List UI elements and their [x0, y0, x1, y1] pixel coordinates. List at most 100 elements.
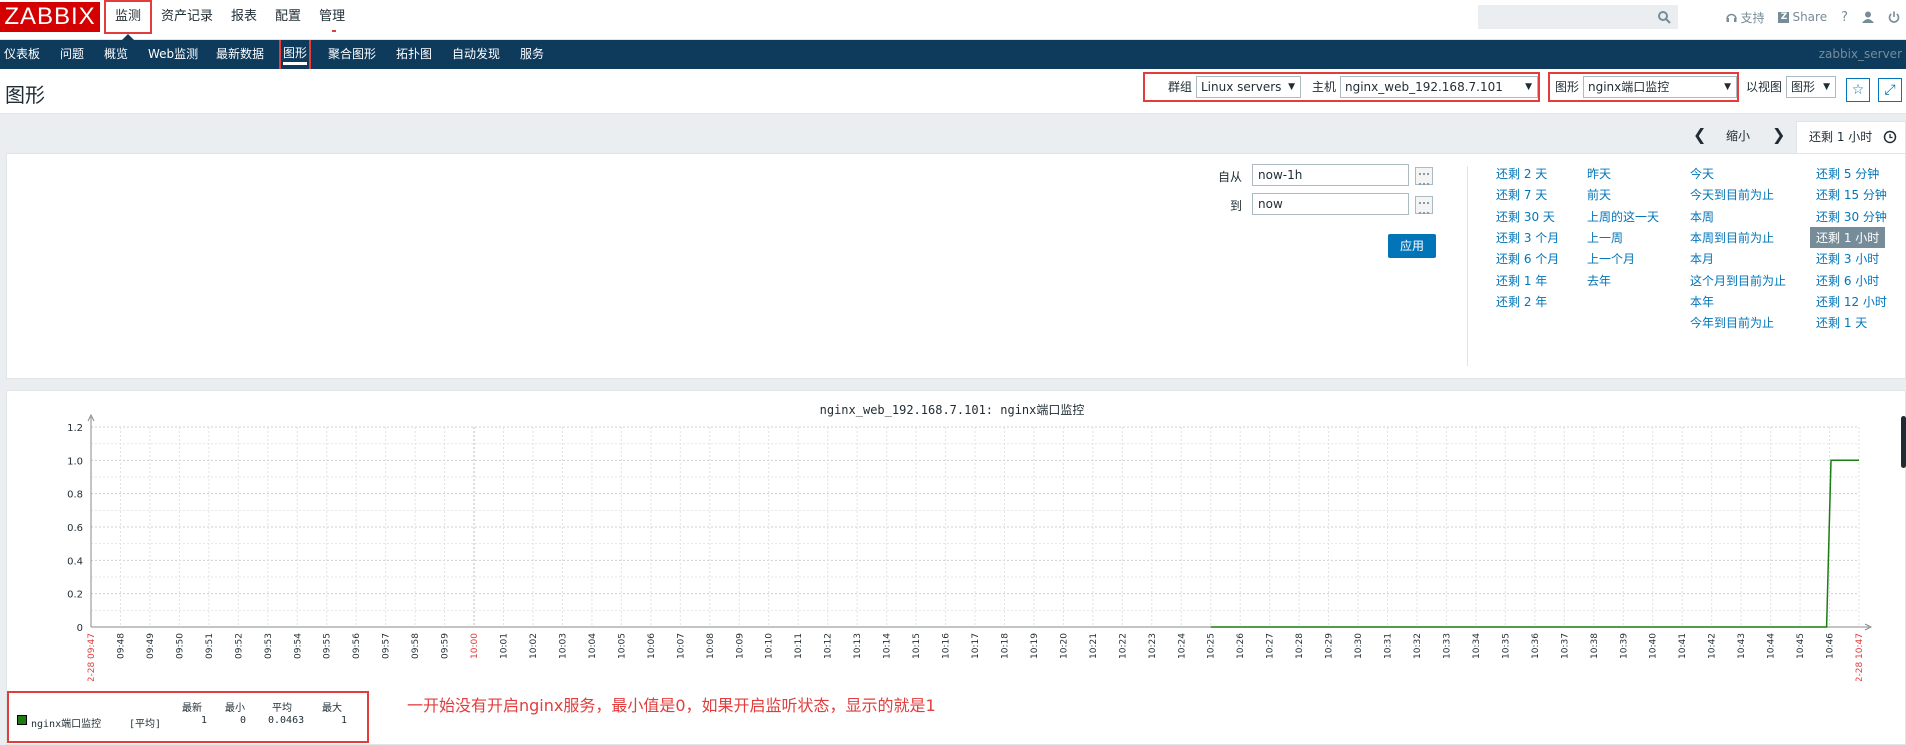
view-select[interactable]: 图形 ▼ [1786, 76, 1836, 98]
quick-range-link[interactable]: 还剩 2 年 [1496, 293, 1547, 310]
nav-selected-underline [283, 62, 308, 65]
quick-range-link[interactable]: 还剩 3 个月 [1496, 229, 1559, 246]
quick-range-link[interactable]: 本年 [1690, 293, 1714, 310]
x-tick-label: 10:41 [1678, 633, 1688, 659]
quick-range-link[interactable]: 本周 [1690, 208, 1714, 225]
quick-range-link[interactable]: 上一个月 [1587, 250, 1635, 267]
group-select[interactable]: Linux servers ▼ [1196, 76, 1301, 98]
quick-range-link[interactable]: 还剩 6 个月 [1496, 250, 1559, 267]
quick-range-link[interactable]: 还剩 12 小时 [1816, 293, 1887, 310]
quick-range-link[interactable]: 上周的这一天 [1587, 208, 1659, 225]
nav-screens[interactable]: 聚合图形 [328, 40, 376, 69]
quick-range-link[interactable]: 还剩 1 年 [1496, 272, 1547, 289]
x-tick-label: 09:59 [441, 633, 451, 659]
x-tick-label: 10:15 [912, 633, 922, 659]
annotation-text: 一开始没有开启nginx服务，最小值是0，如果开启监听状态，显示的就是1 [407, 696, 936, 715]
topmenu-administration[interactable]: 管理 [310, 0, 354, 40]
graph-grid [87, 413, 1873, 631]
apply-button[interactable]: 应用 [1388, 234, 1436, 258]
x-tick-label: 09:51 [205, 633, 215, 659]
nav-latest-data[interactable]: 最新数据 [216, 40, 264, 69]
chevron-right-icon[interactable]: ❯ [1772, 125, 1785, 144]
search-icon[interactable] [1657, 10, 1671, 27]
quick-range-link[interactable]: 还剩 2 天 [1496, 165, 1547, 182]
quick-range-link[interactable]: 还剩 6 小时 [1816, 272, 1879, 289]
nav-services[interactable]: 服务 [520, 40, 544, 69]
y-tick-label: 0.4 [67, 556, 83, 567]
quick-range-link[interactable]: 还剩 1 天 [1816, 314, 1867, 331]
support-link[interactable]: 支持 [1726, 9, 1764, 26]
favorite-star-icon[interactable]: ☆ [1846, 78, 1870, 102]
topmenu-monitoring[interactable]: 监测 [104, 0, 153, 40]
sign-out-icon[interactable] [1888, 11, 1900, 23]
to-input[interactable]: now [1252, 193, 1409, 215]
page-header: 图形 群组 Linux servers ▼ 主机 nginx_web_192.1… [0, 69, 1906, 114]
quick-range-link[interactable]: 昨天 [1587, 165, 1611, 182]
x-tick-label: 10:30 [1354, 633, 1364, 659]
quick-range-link[interactable]: 本月 [1690, 250, 1714, 267]
legend-item-name: nginx端口监控 [31, 719, 102, 730]
time-range-tab[interactable]: 还剩 1 小时 [1796, 121, 1906, 153]
fullscreen-icon[interactable]: ⤢ [1878, 78, 1902, 102]
zabbix-logo[interactable]: ZABBIX [0, 2, 100, 32]
nav-graphs-label: 图形 [283, 46, 308, 60]
chevron-left-icon[interactable]: ❮ [1693, 125, 1706, 144]
quick-range-link[interactable]: 还剩 7 天 [1496, 186, 1547, 203]
nav-web-monitoring[interactable]: Web监测 [148, 40, 198, 69]
graph-label: 图形 [1555, 80, 1580, 94]
quick-range-link[interactable]: 还剩 30 分钟 [1816, 208, 1887, 225]
share-link[interactable]: Z Share [1778, 10, 1827, 24]
topmenu-reports[interactable]: 报表 [222, 0, 266, 40]
nav-discovery[interactable]: 自动发现 [452, 40, 500, 69]
quick-range-link[interactable]: 这个月到目前为止 [1690, 272, 1786, 289]
quick-range-link[interactable]: 还剩 1 小时 [1810, 226, 1886, 248]
calendar-icon[interactable] [1415, 167, 1433, 185]
topmenu-inventory[interactable]: 资产记录 [152, 0, 222, 40]
x-tick-label: 09:55 [323, 633, 333, 659]
x-tick-label: 09:48 [116, 633, 126, 659]
quick-range-link[interactable]: 上一周 [1587, 229, 1623, 246]
host-select[interactable]: nginx_web_192.168.7.101 ▼ [1340, 76, 1538, 98]
from-input[interactable]: now-1h [1252, 164, 1409, 186]
x-tick-label: 10:35 [1501, 633, 1511, 659]
quick-range-link[interactable]: 本周到目前为止 [1690, 229, 1774, 246]
server-name: zabbix_server [1818, 47, 1902, 61]
quick-range-link[interactable]: 前天 [1587, 186, 1611, 203]
x-tick-label: 10:04 [588, 633, 598, 659]
quick-range-link[interactable]: 还剩 30 天 [1496, 208, 1555, 225]
share-label: Share [1792, 10, 1828, 24]
page-scrollbar[interactable] [1901, 416, 1906, 468]
zabbix-share-icon: Z [1778, 11, 1790, 23]
quick-range-link[interactable]: 去年 [1587, 272, 1611, 289]
topmenu-configuration[interactable]: 配置 [266, 0, 310, 40]
nav-maps[interactable]: 拓扑图 [396, 40, 432, 69]
search-input[interactable] [1478, 5, 1678, 29]
quick-range-link[interactable]: 今天到目前为止 [1690, 186, 1774, 203]
quick-range-link[interactable]: 还剩 5 分钟 [1816, 165, 1879, 182]
help-icon[interactable]: ? [1841, 10, 1848, 25]
quick-range-link[interactable]: 今天 [1690, 165, 1714, 182]
x-tick-label: 10:03 [558, 633, 568, 659]
main-navigation: 仪表板 问题 概览 Web监测 最新数据 图形 聚合图形 拓扑图 自动发现 服务… [0, 40, 1906, 88]
quick-range-link[interactable]: 今年到目前为止 [1690, 314, 1774, 331]
x-tick-label: 10:12 [824, 633, 834, 659]
nav-dashboard[interactable]: 仪表板 [4, 40, 40, 69]
x-tick-label: 10:33 [1442, 633, 1452, 659]
nav-overview[interactable]: 概览 [104, 40, 128, 69]
graph-select[interactable]: nginx端口监控 ▼ [1583, 76, 1737, 98]
x-tick-label: 10:39 [1619, 633, 1629, 659]
top-icons: 支持 Z Share ? [1726, 0, 1900, 34]
x-tick-label: 10:38 [1590, 633, 1600, 659]
x-tick-label: 10:31 [1384, 633, 1394, 659]
quick-range-link[interactable]: 还剩 3 小时 [1816, 250, 1879, 267]
nav-problems[interactable]: 问题 [60, 40, 84, 69]
calendar-icon[interactable] [1415, 196, 1433, 214]
user-profile-icon[interactable] [1862, 11, 1874, 23]
view-select-value: 图形 [1791, 80, 1816, 94]
quick-range-link[interactable]: 还剩 15 分钟 [1816, 186, 1887, 203]
zoom-out-button[interactable]: 缩小 [1726, 127, 1750, 144]
x-tick-label: 10:08 [706, 633, 716, 659]
x-tick-label: 10:45 [1796, 633, 1806, 659]
x-tick-label: 10:28 [1295, 633, 1305, 659]
x-tick-label: 10:02 [529, 633, 539, 659]
